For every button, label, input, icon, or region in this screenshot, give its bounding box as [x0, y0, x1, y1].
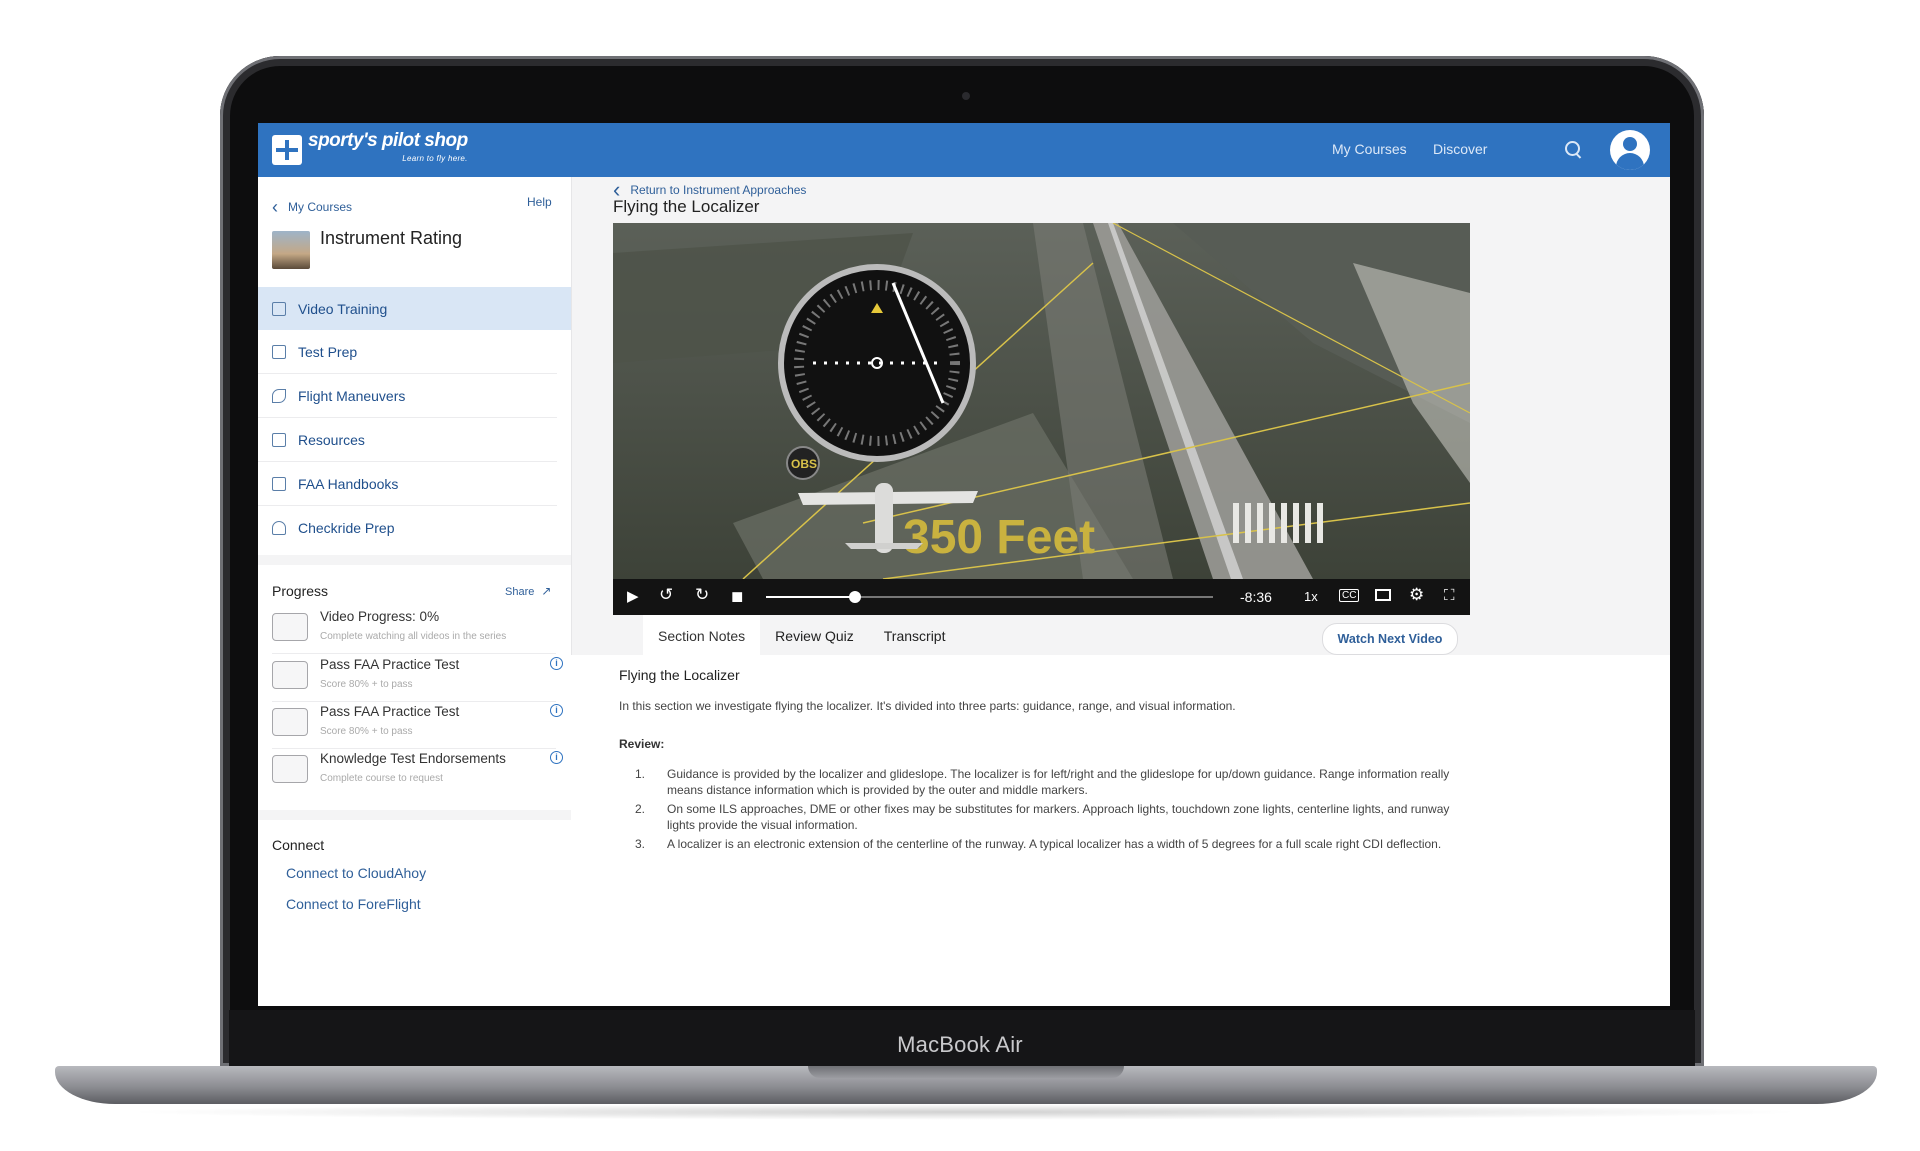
laptop-shadow — [120, 1104, 1810, 1120]
brand-name: sporty's pilot shop — [308, 130, 468, 151]
scrubber-handle[interactable] — [849, 591, 862, 603]
user-avatar[interactable] — [1610, 130, 1650, 170]
progress-item-practice-test-1: Pass FAA Practice Test Score 80% + to pa… — [272, 653, 563, 702]
tab-transcript[interactable]: Transcript — [869, 615, 961, 655]
list-item: 3. A localizer is an electronic extensio… — [635, 837, 1442, 851]
rewind-icon[interactable]: ↺ — [659, 585, 673, 605]
connect-cloudahoy-link[interactable]: Connect to CloudAhoy — [286, 865, 426, 881]
menu-item-test-prep[interactable]: Test Prep — [258, 330, 557, 374]
content-tabs: Section Notes Review Quiz Transcript — [643, 615, 960, 655]
menu-item-checkride-prep[interactable]: Checkride Prep — [258, 506, 557, 549]
arrow-up-right-icon: ↗ — [541, 584, 552, 598]
top-navigation-bar: sporty's pilot shop Learn to fly here. M… — [258, 123, 1670, 177]
forward-icon[interactable]: ↻ — [695, 585, 709, 605]
app-screen: sporty's pilot shop Learn to fly here. M… — [258, 123, 1670, 1006]
course-thumbnail — [272, 231, 310, 269]
info-icon[interactable]: i — [550, 704, 563, 717]
bookmark-icon — [272, 432, 286, 447]
progress-item-practice-test-2: Pass FAA Practice Test Score 80% + to pa… — [272, 700, 563, 749]
volume-icon[interactable]: ◼ — [731, 587, 743, 605]
play-icon[interactable]: ▶ — [627, 587, 639, 605]
connect-foreflight-link[interactable]: Connect to ForeFlight — [286, 896, 421, 912]
section-notes-panel: Flying the Localizer In this section we … — [571, 655, 1670, 1006]
menu-item-faa-handbooks[interactable]: FAA Handbooks — [258, 462, 557, 506]
course-title: Instrument Rating — [320, 228, 463, 248]
video-frame: 350 Feet OBS — [613, 223, 1470, 579]
laptop-notch — [808, 1066, 1124, 1078]
list-item: 2. On some ILS approaches, DME or other … — [635, 802, 1450, 832]
notes-heading: Flying the Localizer — [619, 667, 740, 683]
menu-item-flight-maneuvers[interactable]: Flight Maneuvers — [258, 374, 557, 418]
share-button[interactable]: Share ↗ — [505, 584, 551, 598]
wings-icon — [272, 755, 308, 783]
altitude-overlay-text: 350 Feet — [903, 511, 1095, 564]
menu-item-video-training[interactable]: Video Training — [258, 287, 571, 330]
course-menu: Video Training Test Prep Flight Maneuver… — [258, 287, 571, 549]
camera-icon — [962, 92, 970, 100]
notes-review-label: Review: — [619, 737, 665, 751]
menu-item-resources[interactable]: Resources — [258, 418, 557, 462]
section-divider — [258, 555, 571, 565]
captions-icon[interactable]: CC — [1339, 589, 1360, 602]
course-sidebar: ‹ My Courses Help Instrument Rating Video… — [258, 177, 572, 1006]
user-icon — [1623, 137, 1637, 151]
brand-logo[interactable]: sporty's pilot shop Learn to fly here. — [272, 130, 468, 167]
notes-intro: In this section we investigate flying th… — [619, 699, 1236, 713]
tab-review-quiz[interactable]: Review Quiz — [760, 615, 869, 655]
progress-item-video: Video Progress: 0% Complete watching all… — [272, 605, 556, 654]
video-progress-icon — [272, 613, 308, 641]
tab-section-notes[interactable]: Section Notes — [643, 615, 761, 655]
laptop-model-label: MacBook Air — [897, 1032, 1023, 1057]
test-1-icon — [272, 661, 308, 689]
cdi-gauge-icon — [778, 264, 976, 462]
fullscreen-icon[interactable]: ⛶ — [1444, 587, 1455, 604]
airplane-icon — [272, 388, 286, 403]
video-scrubber[interactable] — [766, 591, 1213, 603]
page-title: Flying the Localizer — [613, 197, 760, 216]
back-to-my-courses[interactable]: ‹ My Courses — [272, 195, 352, 217]
section-divider — [258, 810, 571, 820]
chevron-left-icon: ‹ — [272, 197, 278, 217]
video-controls: ▶ ↺ ↻ ◼ -8:36 1x CC ⚙ ⛶ — [613, 579, 1470, 615]
brand-tagline: Learn to fly here. — [402, 154, 468, 163]
connect-heading: Connect — [272, 837, 325, 853]
picture-in-picture-icon[interactable] — [1375, 589, 1391, 601]
info-icon[interactable]: i — [550, 751, 563, 764]
watch-next-video-button[interactable]: Watch Next Video — [1322, 623, 1458, 655]
playback-speed-button[interactable]: 1x — [1304, 589, 1318, 604]
progress-item-endorsements: Knowledge Test Endorsements Complete cou… — [272, 747, 563, 795]
document-icon — [272, 344, 286, 359]
notes-list: 1. Guidance is provided by the localizer… — [619, 767, 1471, 857]
nav-discover[interactable]: Discover — [1433, 141, 1487, 157]
video-player[interactable]: 350 Feet OBS ▶ ↺ ↻ ◼ -8:36 1x CC ⚙ ⛶ — [613, 223, 1470, 615]
help-link[interactable]: Help — [527, 195, 552, 209]
book-icon — [272, 476, 286, 491]
time-remaining: -8:36 — [1240, 589, 1272, 605]
obs-label: OBS — [791, 457, 817, 471]
plane-logo-icon — [272, 135, 302, 165]
pilot-icon — [272, 520, 286, 535]
progress-heading: Progress — [272, 583, 329, 599]
video-icon — [272, 301, 286, 316]
info-icon[interactable]: i — [550, 657, 563, 670]
test-2-icon — [272, 708, 308, 736]
search-icon[interactable] — [1565, 141, 1580, 156]
list-item: 1. Guidance is provided by the localizer… — [635, 767, 1450, 797]
scrubber-fill — [766, 596, 856, 598]
nav-my-courses[interactable]: My Courses — [1332, 141, 1407, 157]
settings-gear-icon[interactable]: ⚙ — [1409, 585, 1424, 605]
